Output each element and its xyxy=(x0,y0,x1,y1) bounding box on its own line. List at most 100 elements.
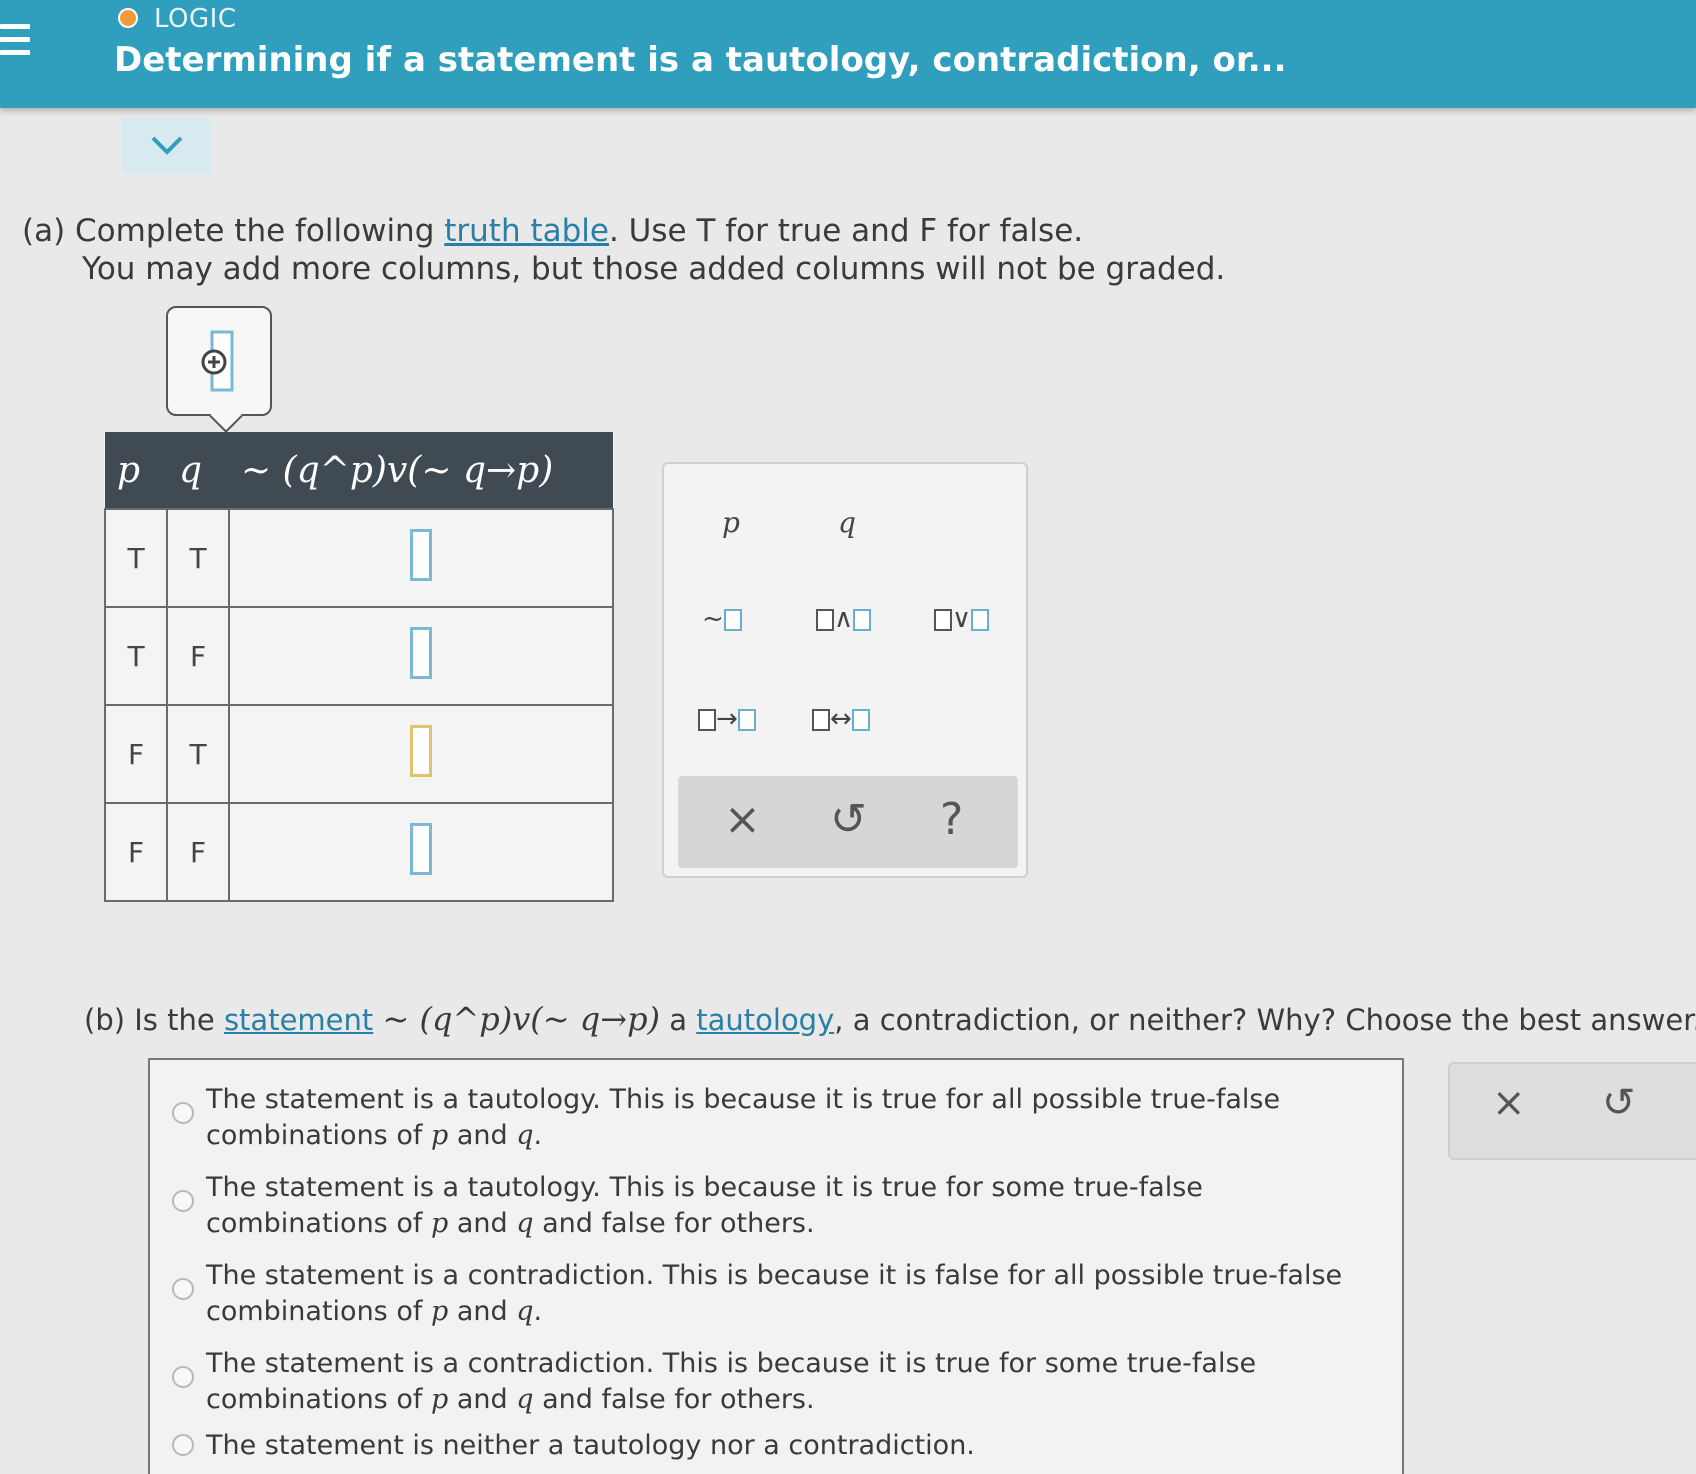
part-b-suffix: , a contradiction, or neither? Why? Choo… xyxy=(834,1003,1696,1037)
or-symbol: ∨ xyxy=(952,604,972,634)
variable-p: p xyxy=(430,1296,449,1327)
answer-cell[interactable] xyxy=(228,508,614,608)
part-a-instructions: (a) Complete the following truth table. … xyxy=(22,212,1225,288)
clear-icon[interactable]: × xyxy=(1492,1080,1526,1126)
add-column-icon xyxy=(201,330,234,392)
statement-link[interactable]: statement xyxy=(224,1003,373,1037)
undo-icon[interactable]: ↺ xyxy=(1602,1080,1636,1126)
answer-choices: The statement is a tautology. This is be… xyxy=(148,1058,1404,1474)
part-a-suffix: . Use T for true and F for false. xyxy=(608,213,1084,249)
choice-text: The statement is a contradiction. This i… xyxy=(206,1348,1257,1379)
truth-table: p q ~ (q^p)v(~ q→p) T T T F F T F F xyxy=(104,432,614,902)
choice-option-1[interactable]: The statement is a tautology. This is be… xyxy=(172,1082,1281,1154)
radio-button[interactable] xyxy=(172,1366,194,1388)
cell-p: T xyxy=(104,606,168,706)
part-a-prefix: (a) Complete the following xyxy=(22,213,445,249)
answer-input[interactable] xyxy=(410,724,432,777)
variable-p: p xyxy=(430,1384,449,1415)
radio-button[interactable] xyxy=(172,1278,194,1300)
top-banner: LOGIC Determining if a statement is a ta… xyxy=(0,0,1696,108)
part-b-question: (b) Is the statement ~ (q^p)v(~ q→p) a t… xyxy=(84,1000,1696,1038)
column-header-q: q xyxy=(167,432,229,509)
variable-q: q xyxy=(516,1384,534,1415)
and-symbol: ∧ xyxy=(834,604,854,634)
undo-icon[interactable]: ↺ xyxy=(830,794,867,845)
insert-q-button[interactable]: q xyxy=(838,506,856,539)
iff-button[interactable]: ↔ xyxy=(812,704,870,734)
table-row: T T xyxy=(104,508,614,608)
choice-text: and xyxy=(448,1384,517,1415)
insert-p-button[interactable]: p xyxy=(722,506,740,539)
placeholder-box-icon xyxy=(934,608,952,631)
cell-q: F xyxy=(166,802,230,902)
palette-actions: × ↺ ? xyxy=(678,776,1018,868)
choice-text: and xyxy=(448,1208,517,1239)
part-b-prefix: (b) Is the xyxy=(84,1003,224,1037)
choice-text: combinations of xyxy=(206,1296,431,1327)
choice-text: combinations of xyxy=(206,1208,431,1239)
column-header-p: p xyxy=(105,432,167,509)
collapse-button[interactable] xyxy=(122,118,212,174)
choice-option-2[interactable]: The statement is a tautology. This is be… xyxy=(172,1170,1203,1242)
implies-button[interactable]: → xyxy=(698,704,756,734)
choice-text: The statement is a tautology. This is be… xyxy=(206,1172,1203,1203)
choice-text: and false for others. xyxy=(533,1384,815,1415)
and-button[interactable]: ∧ xyxy=(816,604,872,634)
radio-button[interactable] xyxy=(172,1190,194,1212)
page-title: Determining if a statement is a tautolog… xyxy=(114,40,1287,80)
answer-input[interactable] xyxy=(410,528,432,581)
topic-label: LOGIC xyxy=(154,4,237,34)
table-row: T F xyxy=(104,606,614,706)
variable-q: q xyxy=(516,1120,534,1151)
placeholder-box-icon xyxy=(723,608,742,631)
placeholder-box-icon xyxy=(851,708,870,731)
implies-symbol: → xyxy=(716,704,738,734)
placeholder-box-icon xyxy=(737,708,756,731)
placeholder-box-icon xyxy=(853,608,872,631)
choice-text: and xyxy=(448,1120,517,1151)
answer-cell[interactable] xyxy=(228,606,614,706)
statement-expression: ~ (q^p)v(~ q→p) xyxy=(382,1000,661,1038)
table-row: F T xyxy=(104,704,614,804)
answer-input[interactable] xyxy=(410,626,432,679)
radio-button[interactable] xyxy=(172,1434,194,1456)
choice-option-4[interactable]: The statement is a contradiction. This i… xyxy=(172,1346,1257,1418)
topic-status-dot xyxy=(118,8,138,28)
choice-text: The statement is a contradiction. This i… xyxy=(206,1260,1343,1291)
cell-q: T xyxy=(166,508,230,608)
add-column-tool[interactable] xyxy=(166,306,272,433)
answer-cell[interactable] xyxy=(228,704,614,804)
choice-text: The statement is neither a tautology nor… xyxy=(206,1430,975,1461)
variable-p: p xyxy=(430,1208,449,1239)
cell-p: T xyxy=(104,508,168,608)
choice-text: and xyxy=(448,1296,517,1327)
part-a-line2: You may add more columns, but those adde… xyxy=(82,251,1226,287)
not-button[interactable]: ~ xyxy=(702,604,742,634)
choice-text: The statement is a tautology. This is be… xyxy=(206,1084,1281,1115)
answer-cell[interactable] xyxy=(228,802,614,902)
variable-q: q xyxy=(516,1208,534,1239)
radio-button[interactable] xyxy=(172,1102,194,1124)
answer-input[interactable] xyxy=(410,822,432,875)
iff-symbol: ↔ xyxy=(830,704,852,734)
choice-text: combinations of xyxy=(206,1120,431,1151)
tautology-link[interactable]: tautology xyxy=(696,1003,834,1037)
choice-text: . xyxy=(533,1120,543,1151)
choice-option-5[interactable]: The statement is neither a tautology nor… xyxy=(172,1428,975,1464)
cell-p: F xyxy=(104,802,168,902)
choice-option-3[interactable]: The statement is a contradiction. This i… xyxy=(172,1258,1343,1330)
menu-icon[interactable] xyxy=(0,24,30,64)
placeholder-box-icon xyxy=(698,708,716,731)
placeholder-box-icon xyxy=(812,708,830,731)
placeholder-box-icon xyxy=(816,608,834,631)
variable-q: q xyxy=(516,1296,534,1327)
choice-text: combinations of xyxy=(206,1384,431,1415)
cell-q: T xyxy=(166,704,230,804)
help-icon[interactable]: ? xyxy=(940,794,963,845)
truth-table-link[interactable]: truth table xyxy=(444,213,609,249)
placeholder-box-icon xyxy=(971,608,990,631)
column-header-statement: ~ (q^p)v(~ q→p) xyxy=(229,432,613,509)
or-button[interactable]: ∨ xyxy=(934,604,990,634)
answer-actions-panel: × ↺ xyxy=(1448,1062,1696,1160)
clear-icon[interactable]: × xyxy=(724,794,761,845)
